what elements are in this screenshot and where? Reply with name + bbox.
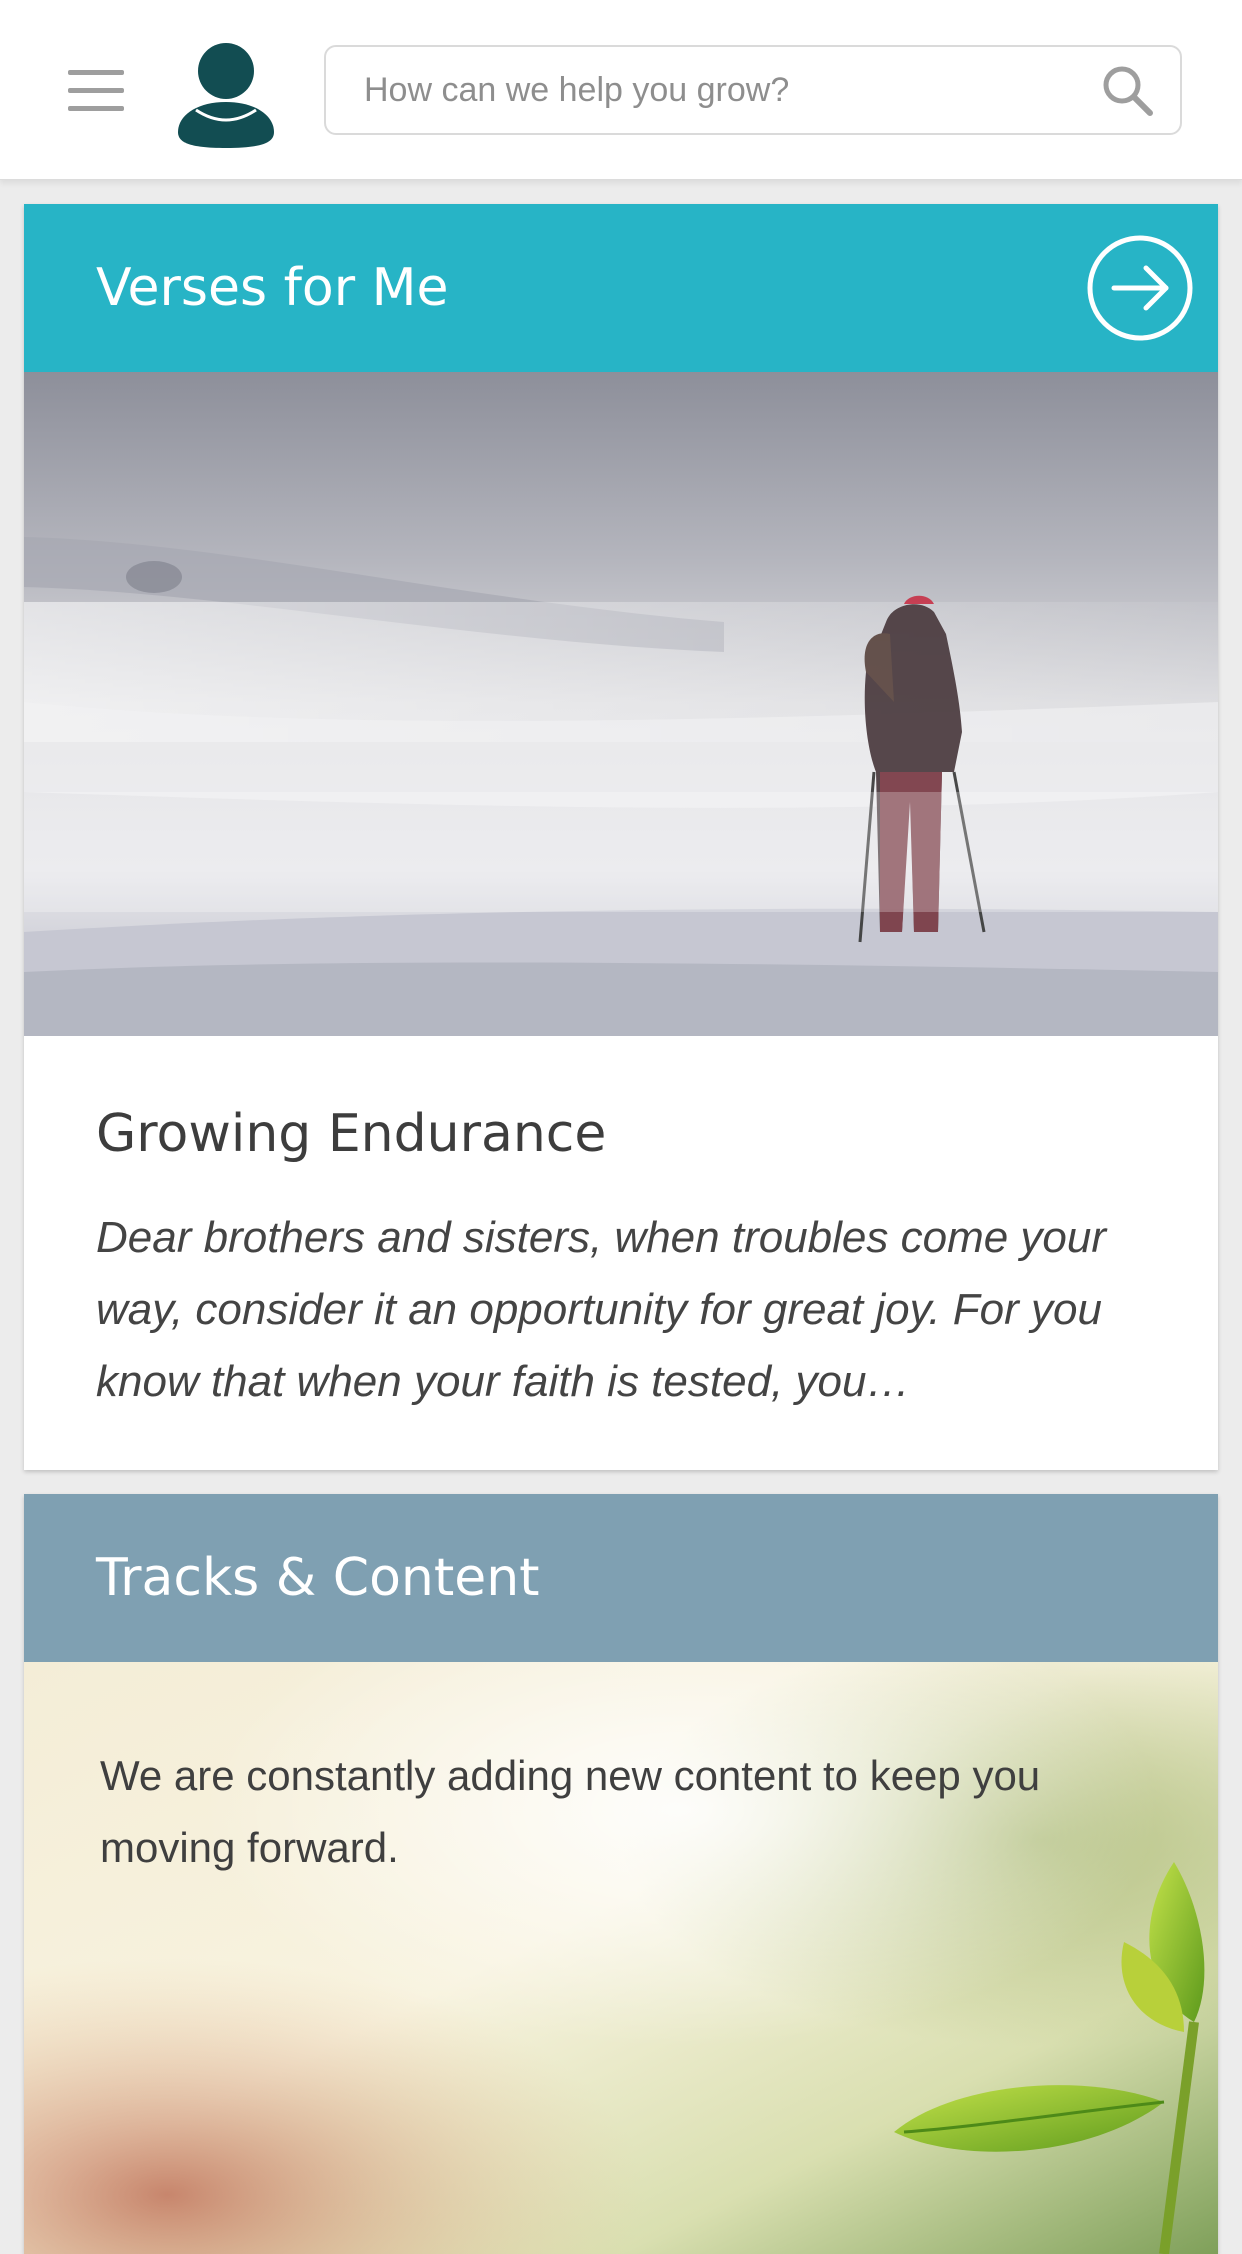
search-icon[interactable] [1100,63,1156,119]
arrow-right-circle-icon[interactable] [1086,234,1194,342]
search-input[interactable] [362,47,1082,133]
top-bar [0,0,1242,180]
verses-card[interactable]: Verses for Me Growing Endurance Dear bro… [24,204,1218,1470]
snowstorm-hiker-image [24,372,1218,1036]
user-avatar-icon[interactable] [176,40,276,150]
verse-title: Growing Endurance [96,1104,607,1164]
menu-line [68,106,124,111]
verses-card-title: Verses for Me [96,258,449,318]
verses-card-header[interactable]: Verses for Me [24,204,1218,372]
tracks-description: We are constantly adding new content to … [100,1752,1041,1871]
search-bar [324,45,1182,135]
tracks-card-title: Tracks & Content [96,1548,540,1608]
hamburger-menu-icon[interactable] [60,62,132,118]
menu-line [68,88,124,93]
verse-excerpt: Dear brothers and sisters, when troubles… [96,1213,1107,1406]
menu-line [68,70,124,75]
tracks-card-header[interactable]: Tracks & Content [24,1494,1218,1662]
tracks-card[interactable]: Tracks & Content We are constantly addin… [24,1494,1218,2254]
